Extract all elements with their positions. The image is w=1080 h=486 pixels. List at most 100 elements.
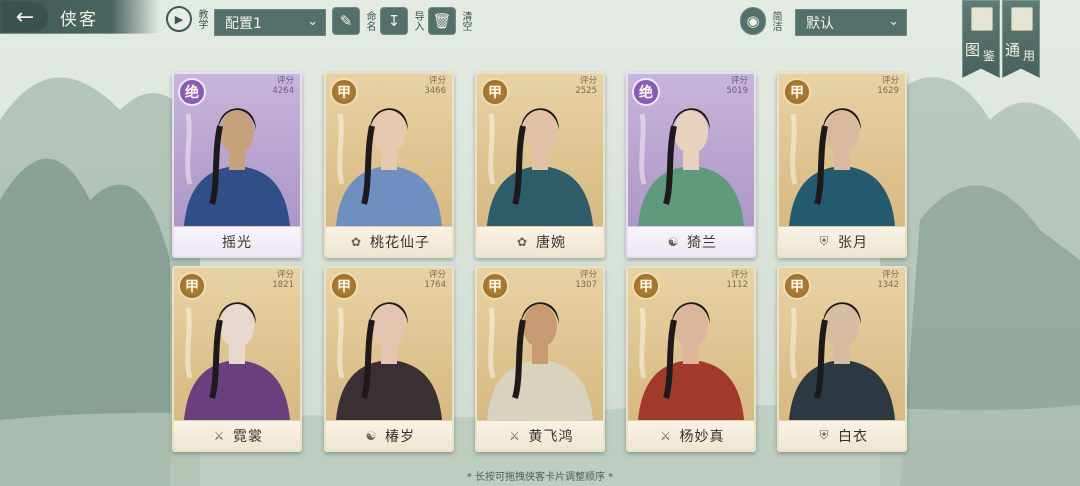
score-label: 评分 [881,270,899,280]
play-icon: ▶ [166,6,192,32]
tutorial-label: 教学 [196,9,207,29]
import-label: 导入 [412,11,423,31]
score-label: 评分 [428,270,446,280]
character-name: 杨妙真 [679,428,725,445]
page-title: 侠客 [60,10,98,30]
score-value: 4264 [272,86,294,96]
rank-badge: 甲 [330,272,358,300]
rank-badge: 绝 [632,78,660,106]
rank-badge: 甲 [783,78,811,106]
sword-icon: ⚔ [213,428,225,443]
character-name: 摇光 [222,234,252,251]
rank-badge: 甲 [783,272,811,300]
score-value: 1629 [877,86,899,96]
character-name: 椿岁 [385,428,415,445]
character-name: 霓裳 [233,428,263,445]
rank-badge: 甲 [481,272,509,300]
score-value: 1764 [424,280,446,290]
shield-icon: ⛨ [819,234,829,248]
name-bar: ☯ 椿岁 [326,420,452,450]
trash-icon: 🗑 [428,7,456,35]
score-label: 评分 [730,270,748,280]
score-label: 评分 [881,76,899,86]
name-bar: 摇光 [174,226,300,256]
character-card[interactable]: 绝 评分 5019 ☯ 猗兰 [626,72,756,258]
score-value: 2525 [575,86,597,96]
character-card[interactable]: 甲 评分 2525 ✿ 唐婉 [475,72,605,258]
score-value: 1342 [877,280,899,290]
preset-select[interactable]: 配置1 ⌄ [214,9,326,36]
clear-button[interactable]: 🗑 清空 [428,6,471,36]
download-icon: ↧ [380,7,408,35]
character-name: 白衣 [838,428,868,445]
back-button[interactable]: ← [2,2,48,32]
character-card[interactable]: 甲 评分 3466 ✿ 桃花仙子 [324,72,454,258]
character-name: 黄飞鸿 [528,428,574,445]
sword-icon: ⚔ [509,428,520,443]
score-value: 1307 [575,280,597,290]
yin-yang-icon: ☯ [667,234,679,249]
simple-view-label: 简洁 [770,11,781,31]
drag-hint: * 长按可拖拽侠客卡片调整顺序 * [466,472,614,483]
score-value: 5019 [726,86,748,96]
character-name: 猗兰 [687,234,717,251]
character-card[interactable]: 甲 评分 1629 ⛨ 张月 [777,72,907,258]
score-label: 评分 [428,76,446,86]
lotus-icon: ✿ [516,234,528,249]
top-bar: ← 侠客 ▶ 教学 配置1 ⌄ ✎ 命名 ↧ 导入 🗑 清空 ◉ 简洁 默认 ⌄ [0,0,1080,44]
rank-badge: 绝 [178,78,206,106]
rank-badge: 甲 [632,272,660,300]
preset-value: 配置1 [225,15,262,32]
lotus-icon: ✿ [350,234,362,249]
name-bar: ⛨ 张月 [779,226,905,256]
character-card[interactable]: 甲 评分 1342 ⛨ 白衣 [777,266,907,452]
eye-icon: ◉ [740,7,766,35]
character-name: 张月 [838,234,868,251]
simple-view-toggle[interactable]: ◉ 简洁 [740,6,781,36]
sword-icon: ⚔ [660,428,671,443]
character-card[interactable]: 甲 评分 1764 ☯ 椿岁 [324,266,454,452]
chevron-down-icon: ⌄ [888,14,899,29]
rank-badge: 甲 [178,272,206,300]
chevron-down-icon: ⌄ [307,14,318,29]
back-arrow-icon: ← [15,4,35,30]
score-label: 评分 [730,76,748,86]
name-bar: ⚔ 杨妙真 [628,420,754,450]
score: 评分 1821 [272,270,294,290]
name-bar: ✿ 唐婉 [477,226,603,256]
score: 评分 3466 [424,76,446,96]
character-card[interactable]: 甲 评分 1821 ⚔ 霓裳 [172,266,302,452]
character-card[interactable]: 甲 评分 1112 ⚔ 杨妙真 [626,266,756,452]
score: 评分 1629 [877,76,899,96]
score-value: 1821 [272,280,294,290]
score: 评分 1764 [424,270,446,290]
import-button[interactable]: ↧ 导入 [380,6,423,36]
character-card[interactable]: 甲 评分 1307 ⚔ 黄飞鸿 [475,266,605,452]
rank-badge: 甲 [330,78,358,106]
tutorial-button[interactable]: ▶ 教学 [166,4,207,34]
rank-badge: 甲 [481,78,509,106]
name-bar: ✿ 桃花仙子 [326,226,452,256]
score: 评分 4264 [272,76,294,96]
score-value: 1112 [726,280,748,290]
score-value: 3466 [424,86,446,96]
name-bar: ⚔ 黄飞鸿 [477,420,603,450]
rename-button[interactable]: ✎ 命名 [332,6,375,36]
score: 评分 1112 [726,270,748,290]
score-label: 评分 [276,76,294,86]
rename-label: 命名 [364,11,375,31]
sort-value: 默认 [806,15,834,32]
character-card[interactable]: 绝 评分 4264 摇光 [172,72,302,258]
codex-label-2: 鉴 [983,49,996,63]
score: 评分 5019 [726,76,748,96]
name-bar: ⛨ 白衣 [779,420,905,450]
sort-select[interactable]: 默认 ⌄ [795,9,907,36]
character-name: 桃花仙子 [370,234,430,251]
general-label-2: 用 [1023,49,1036,63]
shield-icon: ⛨ [819,428,829,442]
name-bar: ⚔ 霓裳 [174,420,300,450]
score-label: 评分 [276,270,294,280]
score-label: 评分 [579,76,597,86]
score: 评分 1342 [877,270,899,290]
score-label: 评分 [579,270,597,280]
